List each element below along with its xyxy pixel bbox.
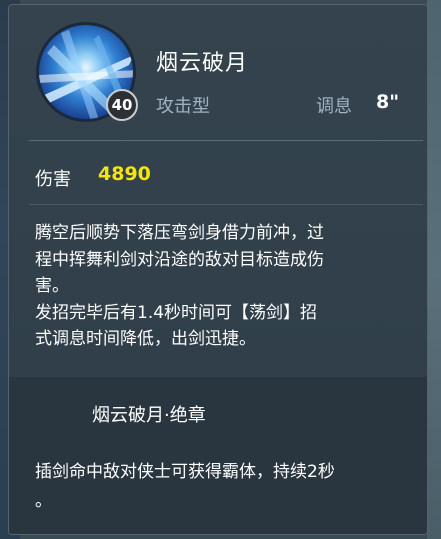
- description-line: 害。: [35, 276, 69, 296]
- skill-tooltip-panel: 40 烟云破月 攻击型 调息 8" 伤害 4890 腾空后顺势下落压弯剑身借力前…: [8, 4, 428, 535]
- background-right: [427, 0, 441, 539]
- upgrade-description-line: 。: [35, 491, 52, 511]
- description-line: 发招完毕后有1.4秒时间可【荡剑】招: [35, 302, 318, 323]
- upgrade-description-line: 插剑命中敌对侠士可获得霸体，持续2秒: [35, 462, 335, 482]
- header-divider: [29, 140, 423, 141]
- upgrade-title: 烟云破月·绝章: [92, 405, 206, 426]
- damage-value: 4890: [98, 163, 151, 185]
- description-line: 腾空后顺势下落压弯剑身借力前冲，过: [35, 223, 324, 243]
- skill-description: 腾空后顺势下落压弯剑身借力前冲，过 程中挥舞利剑对沿途的敌对目标造成伤 害。 发…: [35, 220, 427, 353]
- description-line: 式调息时间降低，出剑迅捷。: [35, 329, 256, 349]
- cooldown-label: 调息: [316, 96, 352, 117]
- upgrade-description: 插剑命中敌对侠士可获得霸体，持续2秒 。: [35, 458, 427, 516]
- skill-type: 攻击型: [156, 96, 210, 117]
- description-line: 程中挥舞利剑对沿途的敌对目标造成伤: [35, 249, 324, 270]
- damage-divider: [29, 204, 423, 205]
- damage-label: 伤害: [35, 169, 71, 190]
- cooldown-value: 8": [376, 91, 400, 113]
- level-badge: 40: [106, 89, 138, 121]
- skill-name: 烟云破月: [156, 51, 249, 76]
